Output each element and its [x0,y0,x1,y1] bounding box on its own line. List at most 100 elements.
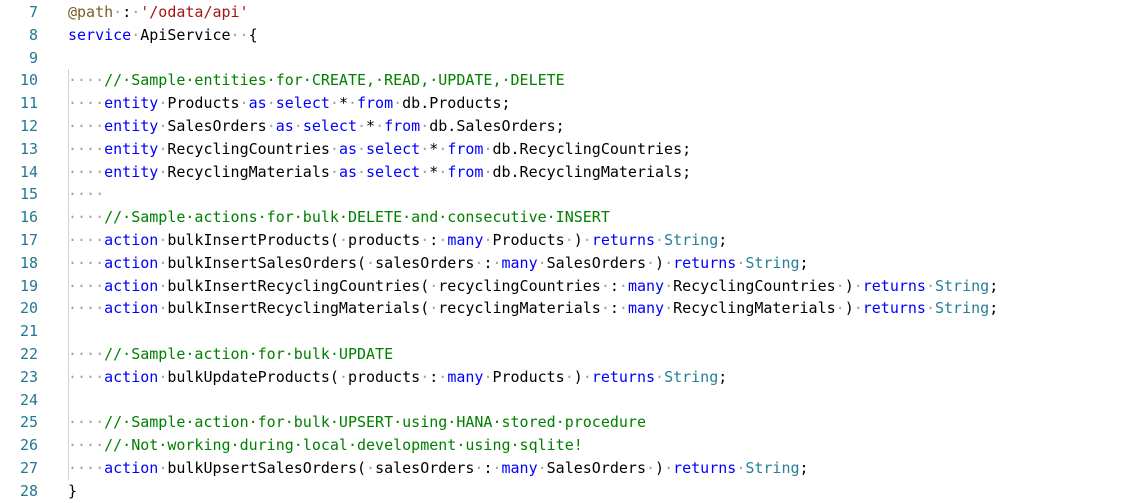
code-token: entity [104,162,159,181]
line-number: 14 [19,162,38,181]
code-token: as [338,162,357,181]
code-token: db.SalesOrders; [429,117,565,135]
code-token: ) [655,459,665,477]
code-line[interactable]: 17 ····action·bulkInsertProducts(·product… [0,229,1130,252]
whitespace-marker: ···· [68,367,105,386]
whitespace-marker: · [655,367,665,386]
code-token: : [609,276,619,295]
line-number: 26 [19,436,38,455]
line-number: 16 [19,208,38,227]
whitespace-marker: · [925,276,935,295]
code-line[interactable]: 28} [0,480,1130,503]
whitespace-marker: · [618,276,628,295]
code-line[interactable]: 27 ····action·bulkUpsertSalesOrders(·sale… [0,457,1130,480]
whitespace-marker: ···· [68,139,105,158]
code-token: ) [573,231,583,249]
line-number: 21 [19,322,38,341]
line-number: 20 [19,299,38,318]
whitespace-marker: · [600,299,610,318]
whitespace-marker: · [600,276,610,295]
code-line[interactable]: 24 [0,389,1130,412]
whitespace-marker: · [347,94,357,113]
code-token: action [104,367,159,386]
code-text: ····action·bulkInsertRecyclingMaterials(… [68,297,998,320]
code-line[interactable]: 25 ····//·Sample·action·for·bulk·UPSERT·u… [0,411,1130,434]
code-token: //·Not·working·during·local·development·… [104,436,583,455]
code-line[interactable]: 16 ····//·Sample·actions·for·bulk·DELETE·… [0,206,1130,229]
whitespace-marker: · [438,162,448,181]
code-token: String [935,299,990,318]
code-text: ····entity·SalesOrders·as·select·*·from·… [68,115,565,138]
code-token: * [429,162,439,181]
line-number: 22 [19,345,38,363]
code-line[interactable]: 9 [0,47,1130,70]
code-token: returns [591,231,656,249]
whitespace-marker: ···· [68,208,105,227]
code-token: returns [862,276,926,295]
code-line[interactable]: 11 ····entity·Products·as·select·*·from·d… [0,92,1130,115]
indent-guide [68,69,69,480]
code-token: String [935,276,990,295]
whitespace-marker: ···· [68,436,105,455]
whitespace-marker: · [420,162,430,181]
code-line[interactable]: 12 ····entity·SalesOrders·as·select·*·fro… [0,115,1130,138]
code-token: entity [104,117,159,135]
code-line[interactable]: 21 [0,320,1130,343]
line-number: 10 [19,71,38,90]
code-token: many [447,231,484,249]
code-line[interactable]: 7 @path·:·'/odata/api' [0,1,1130,24]
line-number: 9 [28,48,38,67]
whitespace-marker: · [492,253,502,272]
code-token: action [104,231,159,249]
whitespace-marker: · [393,94,403,113]
code-token: } [68,481,78,500]
code-token: Products [492,367,565,386]
code-token: ; [718,367,728,386]
code-text: } [68,480,77,503]
code-token: ApiService [140,25,231,44]
whitespace-marker: · [329,139,339,158]
code-line[interactable]: 13 ····entity·RecyclingCountries·as·selec… [0,138,1130,161]
line-number: 24 [19,390,38,409]
code-line[interactable]: 19 ····action·bulkInsertRecyclingCountrie… [0,275,1130,298]
code-token: @path [68,3,114,21]
code-line[interactable]: 20 ····action·bulkInsertRecyclingMaterial… [0,297,1130,320]
whitespace-marker: · [564,231,574,249]
whitespace-marker: · [357,162,367,181]
whitespace-marker: · [239,94,249,113]
code-token: : [122,3,132,21]
code-token: as [248,94,267,113]
code-token: ; [799,253,809,272]
code-line[interactable]: 10 ····//·Sample·entities·for·CREATE,·REA… [0,69,1130,92]
whitespace-marker: ···· [68,117,105,135]
whitespace-marker: · [338,231,348,249]
code-line[interactable]: 18 ····action·bulkInsertSalesOrders(·sale… [0,252,1130,275]
code-token: bulkUpdateProducts( [167,367,339,386]
code-text: ····action·bulkUpsertSalesOrders(·salesO… [68,457,809,480]
code-editor[interactable]: 7 @path·:·'/odata/api' 8 service·ApiService… [0,0,1130,503]
code-line[interactable]: 22 ····//·Sample·action·for·bulk·UPDATE [0,343,1130,366]
code-line[interactable]: 14 ····entity·RecyclingMaterials·as·selec… [0,161,1130,184]
code-token: select [366,162,421,181]
code-line[interactable]: 15 ···· [0,183,1130,206]
code-token: db.Products; [402,94,511,113]
whitespace-marker: · [158,459,168,477]
code-token: salesOrders [375,253,475,272]
code-token: ; [989,299,999,318]
whitespace-marker: · [736,459,746,477]
whitespace-marker: · [366,459,376,477]
line-number: 11 [19,94,38,113]
code-line[interactable]: 23 ····action·bulkUpdateProducts(·product… [0,366,1130,389]
code-token: Products [492,231,565,249]
code-line[interactable]: 26 ····//·Not·working·during·local·develo… [0,434,1130,457]
whitespace-marker: · [925,299,935,318]
line-number: 7 [28,3,38,21]
code-token: SalesOrders [546,459,646,477]
code-token: : [429,231,439,249]
code-token: SalesOrders [546,253,646,272]
code-line[interactable]: 8 service·ApiService··{ [0,24,1130,47]
code-text: @path·:·'/odata/api' [68,1,249,24]
whitespace-marker: ···· [68,231,105,249]
line-number: 23 [19,367,38,386]
whitespace-marker: ···· [68,413,105,432]
